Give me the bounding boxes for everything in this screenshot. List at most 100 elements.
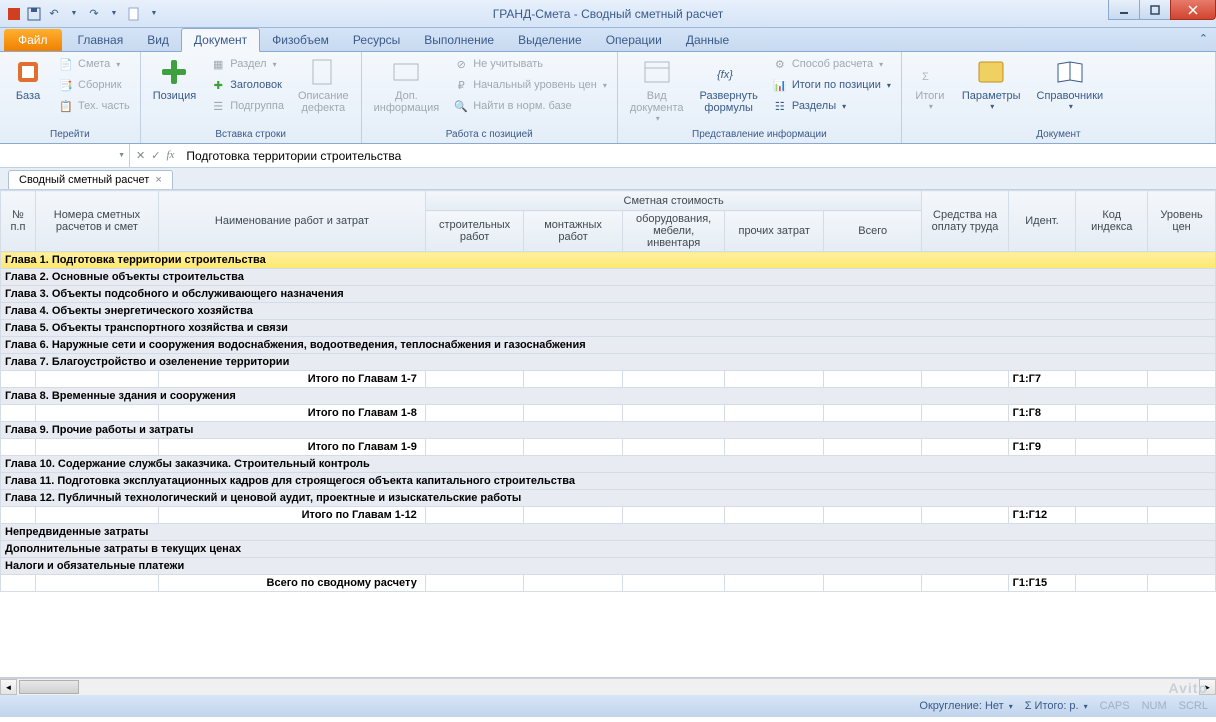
tab-fizobyem[interactable]: Физобъем bbox=[260, 29, 341, 51]
name-box[interactable]: ▼ bbox=[0, 144, 130, 167]
col-uroven[interactable]: Уровень цен bbox=[1148, 191, 1216, 252]
tab-operatsii[interactable]: Операции bbox=[594, 29, 674, 51]
close-button[interactable] bbox=[1170, 0, 1216, 20]
table-row[interactable]: Глава 8. Временные здания и сооружения bbox=[1, 388, 1216, 405]
podgruppa-button[interactable]: ☰Подгруппа bbox=[206, 96, 288, 116]
smeta-button[interactable]: 📄Смета▾ bbox=[54, 54, 134, 74]
table-row[interactable]: Налоги и обязательные платежи bbox=[1, 558, 1216, 575]
col-stroit[interactable]: строительных работ bbox=[425, 211, 524, 252]
status-sum[interactable]: Σ Итого: р. ▾ bbox=[1025, 700, 1088, 712]
itogi-button[interactable]: Σ Итоги▾ bbox=[908, 54, 952, 113]
table-row[interactable]: Глава 10. Содержание службы заказчика. С… bbox=[1, 456, 1216, 473]
tab-vydelenie[interactable]: Выделение bbox=[506, 29, 594, 51]
tab-dannye[interactable]: Данные bbox=[674, 29, 741, 51]
window-title: ГРАНД-Смета - Сводный сметный расчет bbox=[0, 7, 1216, 21]
sposob-rascheta-button[interactable]: ⚙Способ расчета▾ bbox=[768, 54, 895, 74]
table-row[interactable]: Глава 6. Наружные сети и сооружения водо… bbox=[1, 337, 1216, 354]
table-row[interactable]: Всего по сводному расчетуГ1:Г15 bbox=[1, 575, 1216, 592]
table-row[interactable]: Дополнительные затраты в текущих ценах bbox=[1, 541, 1216, 558]
tab-vypolnenie[interactable]: Выполнение bbox=[412, 29, 506, 51]
table-row[interactable]: Итого по Главам 1-7Г1:Г7 bbox=[1, 371, 1216, 388]
col-montazh[interactable]: монтажных работ bbox=[524, 211, 623, 252]
save-icon[interactable] bbox=[26, 6, 42, 22]
col-naimenovanie[interactable]: Наименование работ и затрат bbox=[159, 191, 426, 252]
vid-dokumenta-button[interactable]: Виддокумента▾ bbox=[624, 54, 690, 125]
scroll-right-button[interactable]: ► bbox=[1199, 679, 1216, 695]
app-icon bbox=[6, 6, 22, 22]
table-row[interactable]: Глава 2. Основные объекты строительства bbox=[1, 269, 1216, 286]
table-row[interactable]: Непредвиденные затраты bbox=[1, 524, 1216, 541]
minimize-button[interactable] bbox=[1108, 0, 1140, 20]
pozitsiya-button[interactable]: Позиция bbox=[147, 54, 203, 104]
tab-dokument[interactable]: Документ bbox=[181, 28, 260, 52]
col-kod[interactable]: Код индекса bbox=[1076, 191, 1148, 252]
book-icon bbox=[1054, 56, 1086, 88]
tab-vid[interactable]: Вид bbox=[135, 29, 181, 51]
cancel-icon[interactable]: ✕ bbox=[136, 149, 145, 162]
table-row[interactable]: Глава 12. Публичный технологический и це… bbox=[1, 490, 1216, 507]
col-ident[interactable]: Идент. bbox=[1008, 191, 1076, 252]
ne-uchityvat-button[interactable]: ⊘Не учитывать bbox=[449, 54, 611, 74]
sigma-icon: Σ bbox=[914, 56, 946, 88]
table-row[interactable]: Глава 4. Объекты энергетического хозяйст… bbox=[1, 303, 1216, 320]
razvernut-button[interactable]: {fx} Развернутьформулы bbox=[694, 54, 764, 116]
worksheet-tab[interactable]: Сводный сметный расчет × bbox=[8, 170, 173, 189]
grid[interactable]: № п.п Номера сметных расчетов и смет Наи… bbox=[0, 190, 1216, 678]
price-icon: ₽ bbox=[453, 77, 469, 93]
naiti-v-baze-button[interactable]: 🔍Найти в норм. базе bbox=[449, 96, 611, 116]
close-tab-icon[interactable]: × bbox=[155, 174, 161, 186]
help-icon[interactable]: ⌃ bbox=[1199, 32, 1208, 45]
table-row[interactable]: Глава 3. Объекты подсобного и обслуживаю… bbox=[1, 286, 1216, 303]
status-rounding[interactable]: Округление: Нет ▾ bbox=[919, 700, 1012, 712]
table-row[interactable]: Глава 5. Объекты транспортного хозяйства… bbox=[1, 320, 1216, 337]
horizontal-scrollbar[interactable]: ◄ ► bbox=[0, 678, 1216, 695]
table-row[interactable]: Итого по Главам 1-9Г1:Г9 bbox=[1, 439, 1216, 456]
tab-glavnaya[interactable]: Главная bbox=[66, 29, 136, 51]
tab-resursy[interactable]: Ресурсы bbox=[341, 29, 412, 51]
zagolovok-button[interactable]: ✚Заголовок bbox=[206, 75, 288, 95]
status-caps: CAPS bbox=[1100, 700, 1130, 712]
ribbon: База 📄Смета▾ 📑Сборник 📋Тех. часть Перейт… bbox=[0, 52, 1216, 144]
opisanie-defekta-button[interactable]: Описаниедефекта bbox=[292, 54, 355, 116]
razdel-button[interactable]: ▦Раздел▾ bbox=[206, 54, 288, 74]
exclude-icon: ⊘ bbox=[453, 56, 469, 72]
baza-button[interactable]: База bbox=[6, 54, 50, 104]
col-sredstva[interactable]: Средства на оплату труда bbox=[922, 191, 1008, 252]
formula-input[interactable] bbox=[180, 149, 1216, 163]
dropdown-icon[interactable]: ▼ bbox=[66, 6, 82, 22]
qat-customize-icon[interactable]: ▼ bbox=[146, 6, 162, 22]
col-npp[interactable]: № п.п bbox=[1, 191, 36, 252]
table-row[interactable]: Глава 11. Подготовка эксплуатационных ка… bbox=[1, 473, 1216, 490]
table-row[interactable]: Глава 7. Благоустройство и озеленение те… bbox=[1, 354, 1216, 371]
ribbon-group-rabota: Доп.информация ⊘Не учитывать ₽Начальный … bbox=[362, 52, 618, 143]
maximize-button[interactable] bbox=[1139, 0, 1171, 20]
col-prochih[interactable]: прочих затрат bbox=[725, 211, 824, 252]
sbornik-button[interactable]: 📑Сборник bbox=[54, 75, 134, 95]
tehchast-button[interactable]: 📋Тех. часть bbox=[54, 96, 134, 116]
sbornik-icon: 📑 bbox=[58, 77, 74, 93]
scroll-left-button[interactable]: ◄ bbox=[0, 679, 17, 695]
accept-icon[interactable]: ✓ bbox=[151, 149, 160, 162]
scroll-thumb[interactable] bbox=[19, 680, 79, 694]
undo-icon[interactable]: ↶ bbox=[46, 6, 62, 22]
itogi-po-pozitsii-button[interactable]: 📊Итоги по позиции▾ bbox=[768, 75, 895, 95]
col-smetnaya[interactable]: Сметная стоимость bbox=[425, 191, 922, 211]
razdely-button[interactable]: ☷Разделы▾ bbox=[768, 96, 895, 116]
fx-icon[interactable]: fx bbox=[166, 149, 174, 162]
redo-icon[interactable]: ↷ bbox=[86, 6, 102, 22]
col-oborud[interactable]: оборудования, мебели, инвентаря bbox=[622, 211, 725, 252]
dropdown-icon[interactable]: ▼ bbox=[106, 6, 122, 22]
table-row[interactable]: Итого по Главам 1-8Г1:Г8 bbox=[1, 405, 1216, 422]
table-row[interactable]: Итого по Главам 1-12Г1:Г12 bbox=[1, 507, 1216, 524]
col-vsego[interactable]: Всего bbox=[823, 211, 922, 252]
spravochniki-button[interactable]: Справочники▾ bbox=[1031, 54, 1110, 113]
file-tab[interactable]: Файл bbox=[4, 29, 62, 51]
nach-uroven-button[interactable]: ₽Начальный уровень цен▾ bbox=[449, 75, 611, 95]
table-row[interactable]: Глава 9. Прочие работы и затраты bbox=[1, 422, 1216, 439]
new-icon[interactable] bbox=[126, 6, 142, 22]
dop-info-button[interactable]: Доп.информация bbox=[368, 54, 446, 116]
parametry-button[interactable]: Параметры▾ bbox=[956, 54, 1027, 113]
table-row[interactable]: Глава 1. Подготовка территории строитель… bbox=[1, 252, 1216, 269]
col-nomera[interactable]: Номера сметных расчетов и смет bbox=[35, 191, 158, 252]
ribbon-group-vstavka: Позиция ▦Раздел▾ ✚Заголовок ☰Подгруппа О… bbox=[141, 52, 362, 143]
